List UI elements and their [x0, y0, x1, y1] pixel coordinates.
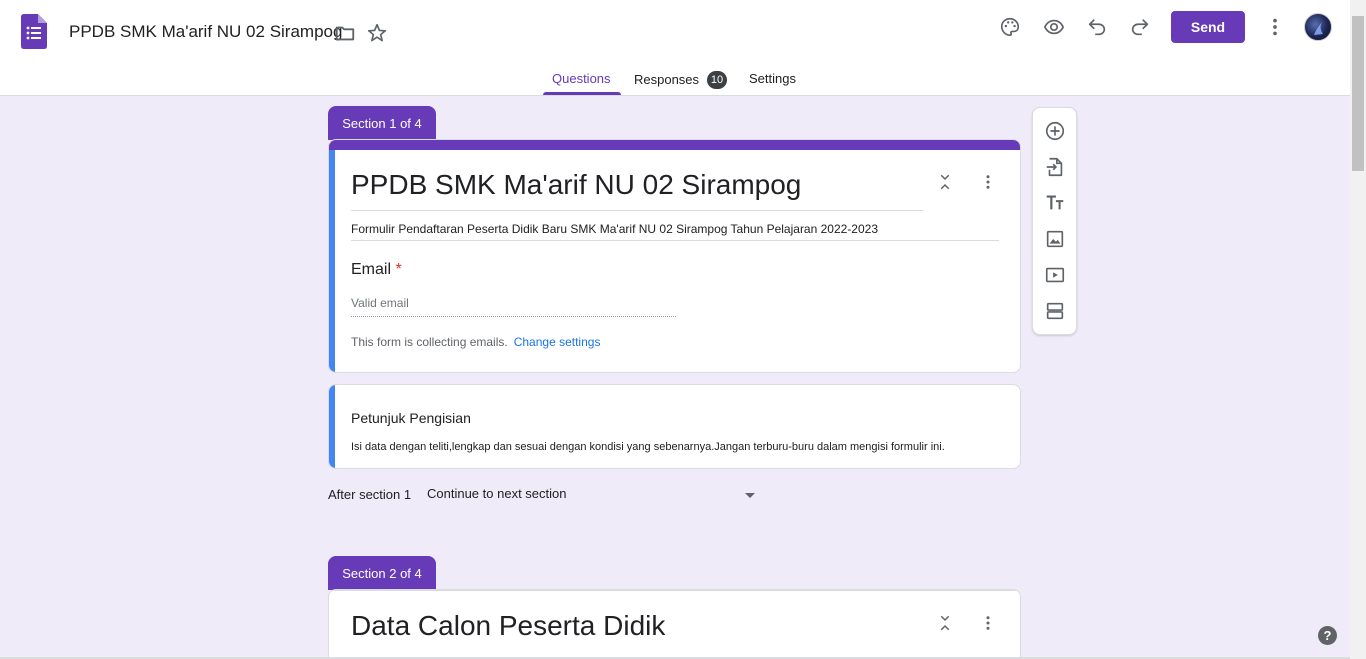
- section-accent-bar: [329, 590, 1020, 591]
- section-1-header-card[interactable]: PPDB SMK Ma'arif NU 02 Sirampog Formulir…: [328, 139, 1021, 373]
- instructions-text-card[interactable]: Petunjuk Pengisian Isi data dengan telit…: [328, 384, 1021, 469]
- after-section-dropdown[interactable]: Continue to next section: [427, 486, 757, 506]
- star-icon[interactable]: [365, 21, 389, 45]
- tab-settings[interactable]: Settings: [749, 62, 796, 95]
- add-video-icon[interactable]: [1043, 263, 1067, 287]
- document-title[interactable]: PPDB SMK Ma'arif NU 02 Sirampog: [69, 22, 342, 42]
- responses-count-badge: 10: [707, 71, 728, 89]
- import-questions-icon[interactable]: [1043, 155, 1067, 179]
- preview-eye-icon[interactable]: [1042, 15, 1066, 39]
- instructions-description[interactable]: Isi data dengan teliti,lengkap dan sesua…: [351, 441, 945, 453]
- email-collection-note: This form is collecting emails. Change se…: [351, 335, 600, 349]
- folder-icon[interactable]: [333, 21, 357, 45]
- tab-questions[interactable]: Questions: [552, 62, 611, 95]
- chevron-down-icon: [745, 493, 755, 498]
- description-underline: [351, 240, 999, 241]
- app-header: PPDB SMK Ma'arif NU 02 Sirampog Send Que…: [0, 0, 1350, 96]
- collapse-section-icon[interactable]: [933, 170, 957, 194]
- title-underline: [351, 210, 923, 211]
- form-title[interactable]: PPDB SMK Ma'arif NU 02 Sirampog: [351, 169, 801, 201]
- floating-toolbar: [1032, 107, 1077, 335]
- active-tab-indicator: [543, 92, 621, 95]
- instructions-title[interactable]: Petunjuk Pengisian: [351, 410, 471, 426]
- more-vert-icon[interactable]: [1263, 15, 1287, 39]
- help-button[interactable]: ?: [1318, 626, 1337, 645]
- scrollbar-thumb[interactable]: [1352, 16, 1364, 171]
- tab-responses[interactable]: Responses 10: [634, 62, 728, 95]
- section-accent-bar: [329, 140, 1020, 150]
- email-placeholder: Valid email: [351, 296, 409, 310]
- palette-icon[interactable]: [998, 15, 1022, 39]
- section-2-title[interactable]: Data Calon Peserta Didik: [351, 610, 665, 642]
- focus-indicator-bar: [329, 385, 335, 468]
- email-answer-line: [351, 316, 676, 317]
- undo-icon[interactable]: [1085, 15, 1109, 39]
- forms-logo-icon[interactable]: [21, 14, 47, 49]
- add-image-icon[interactable]: [1043, 227, 1067, 251]
- collapse-section-icon[interactable]: [933, 611, 957, 635]
- section-more-icon[interactable]: [976, 611, 1000, 635]
- tab-responses-label: Responses: [634, 72, 700, 87]
- email-note-text: This form is collecting emails.: [351, 335, 508, 349]
- send-button[interactable]: Send: [1171, 11, 1245, 43]
- add-section-icon[interactable]: [1043, 299, 1067, 323]
- section-1-tag: Section 1 of 4: [328, 106, 436, 140]
- add-title-icon[interactable]: [1043, 191, 1067, 215]
- required-asterisk: *: [395, 261, 402, 278]
- change-settings-link[interactable]: Change settings: [514, 335, 601, 349]
- tab-bar: Questions Responses 10 Settings: [0, 62, 1350, 96]
- section-2-tag: Section 2 of 4: [328, 556, 436, 590]
- email-question-label: Email *: [351, 261, 402, 279]
- email-label-text: Email: [351, 261, 392, 278]
- redo-icon[interactable]: [1128, 15, 1152, 39]
- add-question-icon[interactable]: [1043, 119, 1067, 143]
- form-description[interactable]: Formulir Pendaftaran Peserta Didik Baru …: [351, 222, 878, 236]
- section-more-icon[interactable]: [976, 170, 1000, 194]
- after-section-label: After section 1: [328, 487, 412, 502]
- after-section-value: Continue to next section: [427, 486, 567, 501]
- focus-indicator-bar: [329, 150, 335, 372]
- section-2-header-card[interactable]: Data Calon Peserta Didik: [328, 589, 1021, 659]
- avatar[interactable]: [1304, 13, 1332, 41]
